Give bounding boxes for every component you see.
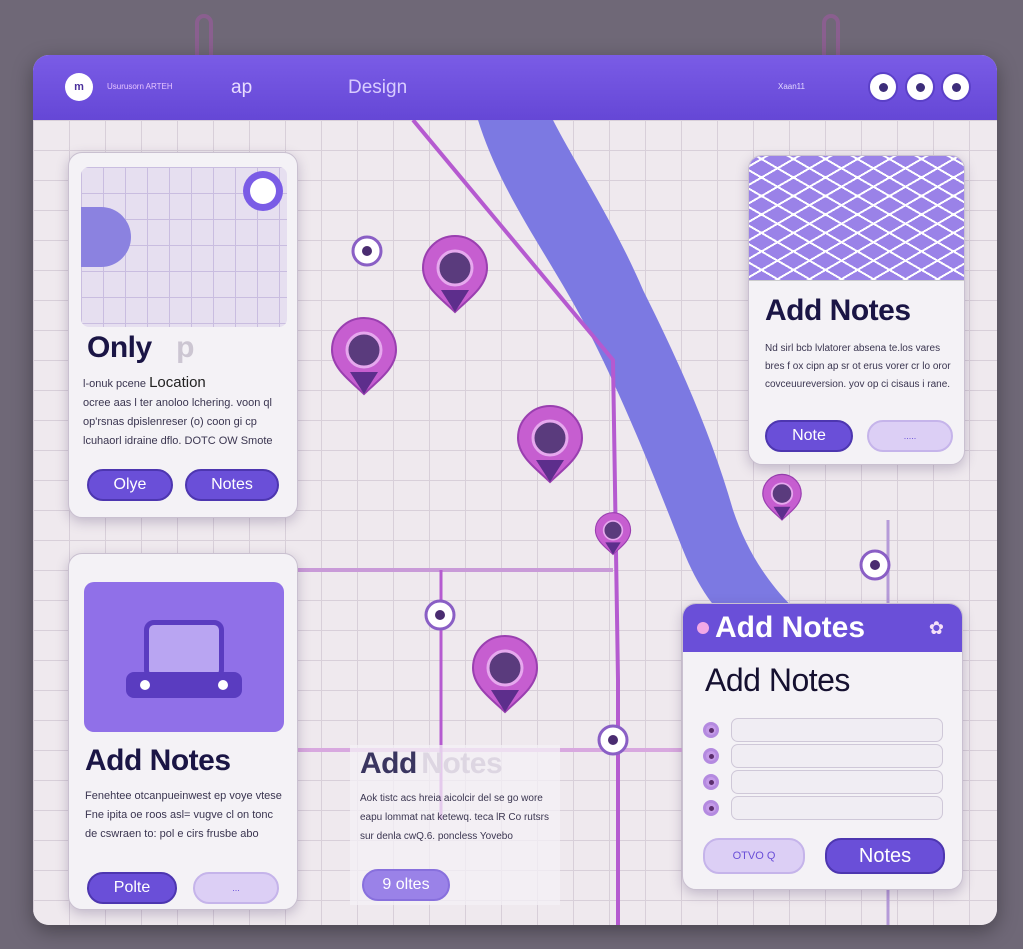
card-body: Nd sirl bcb lvlatorer absena te.los vare… bbox=[765, 343, 951, 390]
card-lead: l-onuk pcene bbox=[83, 378, 146, 390]
notes-card: Add Notes Nd sirl bcb lvlatorer absena t… bbox=[748, 155, 965, 465]
pin-icon[interactable] bbox=[905, 72, 935, 102]
card-title-faded: Notes bbox=[421, 747, 503, 780]
brand-name: Usurusorn ARTEH bbox=[107, 82, 173, 91]
card-title: Add Notes bbox=[85, 744, 231, 777]
status-dot-icon bbox=[697, 622, 709, 634]
bullet-icon bbox=[703, 774, 719, 790]
note-field-4[interactable] bbox=[731, 796, 943, 820]
secondary-button[interactable]: ... bbox=[193, 872, 279, 904]
bullet-icon bbox=[703, 748, 719, 764]
car-icon bbox=[84, 582, 284, 732]
target-icon[interactable] bbox=[941, 72, 971, 102]
note-field-2[interactable] bbox=[731, 744, 943, 768]
location-card: Only p l-onuk pcene Location ocree aas l … bbox=[68, 152, 298, 518]
app-logo[interactable]: m bbox=[65, 73, 93, 101]
secondary-button[interactable]: ..... bbox=[867, 420, 953, 452]
card-title: Only bbox=[87, 331, 152, 364]
faded-notes-card: Add Notes Aok tistc acs hreia aicolcir d… bbox=[350, 745, 560, 905]
panel-header-title: Add Notes bbox=[715, 611, 865, 644]
note-button[interactable]: Note bbox=[765, 420, 853, 452]
note-field-3[interactable] bbox=[731, 770, 943, 794]
locate-button[interactable] bbox=[243, 171, 283, 211]
polte-button[interactable]: Polte bbox=[87, 872, 177, 904]
header-text: Xaan11 bbox=[778, 82, 805, 91]
oltes-button[interactable]: 9 oltes bbox=[362, 869, 450, 901]
notes-button[interactable]: Notes bbox=[185, 469, 279, 501]
card-subtitle: Location bbox=[149, 374, 206, 391]
mini-map bbox=[749, 156, 964, 281]
secondary-button[interactable]: OTVO Q bbox=[703, 838, 805, 874]
nav-design[interactable]: Design bbox=[348, 77, 407, 99]
shield-icon[interactable] bbox=[868, 72, 898, 102]
panel-title: Add Notes bbox=[705, 662, 850, 698]
panel-header: Add Notes ✿ bbox=[683, 604, 962, 652]
card-body: Fenehtee otcanpueinwest ep voye vtese Fn… bbox=[85, 790, 282, 840]
nav-map[interactable]: ap bbox=[231, 77, 252, 99]
card-body: Aok tistc acs hreia aicolcir del se go w… bbox=[360, 793, 549, 842]
card-body: ocree aas l ter anoloo lchering. voon ql… bbox=[83, 397, 273, 447]
vehicle-notes-card: Add Notes Fenehtee otcanpueinwest ep voy… bbox=[68, 553, 298, 910]
bullet-icon bbox=[703, 722, 719, 738]
card-title: Add Notes bbox=[765, 294, 911, 327]
notes-primary-button[interactable]: Notes bbox=[825, 838, 945, 874]
note-field-1[interactable] bbox=[731, 718, 943, 742]
bullet-icon bbox=[703, 800, 719, 816]
add-notes-panel: Add Notes ✿ Add Notes OTVO Q Notes bbox=[682, 603, 963, 890]
card-title-faded: p bbox=[176, 331, 194, 364]
card-title: Add bbox=[360, 747, 417, 780]
header-bar: m Usurusorn ARTEH ap Design Xaan11 bbox=[33, 55, 997, 120]
olye-button[interactable]: Olye bbox=[87, 469, 173, 501]
flower-icon[interactable]: ✿ bbox=[929, 618, 944, 639]
